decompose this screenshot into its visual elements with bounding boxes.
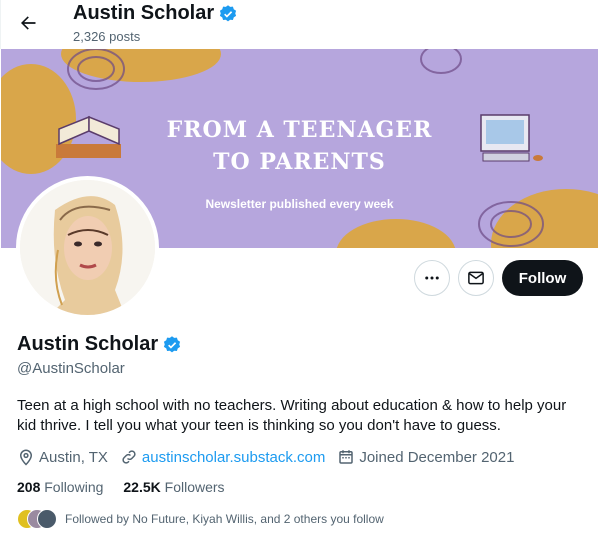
profile-display-name: Austin Scholar xyxy=(17,333,159,355)
following-count: 208 xyxy=(17,479,41,495)
calendar-icon xyxy=(339,450,354,464)
followed-by-text: Followed by No Future, Kiyah Willis, and… xyxy=(65,512,384,526)
following-label: Following xyxy=(44,479,104,495)
banner-title-line2: TO PARENTS xyxy=(213,149,386,175)
profile-bio: Teen at a high school with no teachers. … xyxy=(17,397,567,434)
followers-stat[interactable]: 22.5K Followers xyxy=(123,479,224,495)
message-button[interactable] xyxy=(458,260,494,296)
banner-title-line1: FROM A TEENAGER xyxy=(166,117,433,143)
followers-count: 22.5K xyxy=(123,479,161,495)
avatar-portrait xyxy=(20,180,155,315)
profile-meta: Austin, TX austinscholar.substack.com Jo… xyxy=(17,448,526,466)
profile-stats: 208 Following 22.5K Followers xyxy=(17,479,245,495)
location-text: Austin, TX xyxy=(39,448,108,466)
more-button[interactable] xyxy=(414,260,450,296)
joined-item: Joined December 2021 xyxy=(337,448,514,466)
back-button[interactable] xyxy=(11,6,45,40)
mail-icon xyxy=(468,271,484,285)
profile-name: Austin Scholar xyxy=(17,333,182,356)
joined-text: Joined December 2021 xyxy=(359,448,515,466)
verified-icon xyxy=(220,4,237,21)
link-icon xyxy=(122,450,136,464)
more-icon xyxy=(425,276,439,280)
top-bar: Austin Scholar 2,326 posts xyxy=(0,0,598,49)
back-arrow-icon xyxy=(21,16,36,30)
follow-button[interactable]: Follow xyxy=(502,260,583,296)
profile-avatar[interactable] xyxy=(16,176,159,319)
location-item: Austin, TX xyxy=(17,448,108,466)
website-item: austinscholar.substack.com xyxy=(120,448,325,466)
follower-avatar xyxy=(37,509,57,529)
followers-label: Followers xyxy=(164,479,225,495)
verified-icon[interactable] xyxy=(162,335,182,355)
profile-handle: @AustinScholar xyxy=(17,360,125,377)
followed-by[interactable]: Followed by No Future, Kiyah Willis, and… xyxy=(17,509,384,529)
header-title: Austin Scholar xyxy=(73,2,238,25)
location-icon xyxy=(19,449,33,466)
website-link[interactable]: austinscholar.substack.com xyxy=(142,449,325,466)
following-stat[interactable]: 208 Following xyxy=(17,479,103,495)
posts-count: 2,326 posts xyxy=(73,29,141,44)
followed-by-avatars xyxy=(17,509,57,529)
header-display-name: Austin Scholar xyxy=(73,2,215,24)
